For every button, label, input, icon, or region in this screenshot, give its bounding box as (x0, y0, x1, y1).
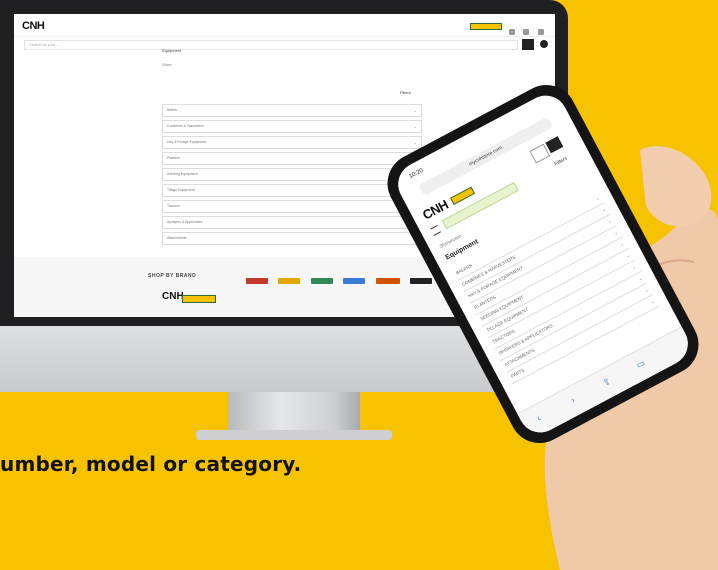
chevron-down-icon: ⌄ (594, 195, 601, 203)
chevron-down-icon: ⌄ (649, 298, 656, 306)
chevron-down-icon: ⌄ (612, 229, 620, 237)
chevron-down-icon: ⌄ (618, 240, 626, 249)
chevron-down-icon: ⌄ (624, 252, 632, 260)
hamburger-menu-icon[interactable] (430, 225, 442, 236)
chevron-down-icon: ⌄ (630, 263, 638, 272)
phone-search-input[interactable] (441, 181, 519, 230)
forward-icon[interactable]: › (564, 392, 581, 407)
share-icon[interactable]: ⇪ (598, 374, 615, 389)
phone-cart-button[interactable] (545, 136, 564, 154)
back-icon[interactable]: ‹ (530, 410, 547, 425)
chevron-down-icon: ⌄ (637, 275, 644, 283)
chevron-down-icon: ⌄ (643, 286, 650, 295)
chevron-down-icon: ⌄ (600, 206, 608, 214)
phone-brand-badge (450, 186, 476, 205)
bookmarks-icon[interactable]: ▭ (632, 356, 649, 371)
chevron-down-icon: ⌄ (606, 218, 614, 226)
phone-filters-button[interactable]: Filters (553, 156, 568, 168)
